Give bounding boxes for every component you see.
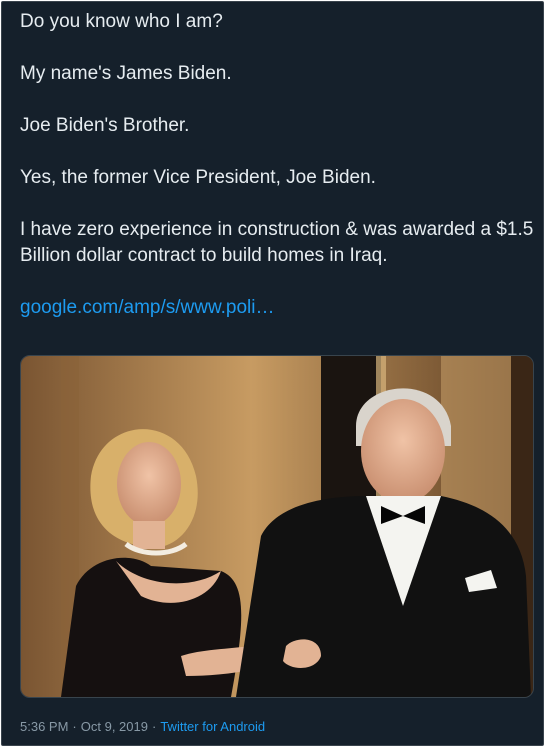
tweet-time: 5:36 PM (20, 719, 69, 734)
tweet-line: Joe Biden's Brother. (20, 115, 190, 136)
tweet-date: Oct 9, 2019 (80, 719, 148, 734)
photo-illustration (21, 356, 533, 697)
tweet-photo[interactable] (20, 355, 534, 698)
tweet-line: Do you know who I am? (20, 11, 223, 32)
tweet-link[interactable]: google.com/amp/s/www.poli… (20, 297, 275, 318)
tweet-card: Do you know who I am? My name's James Bi… (1, 1, 544, 746)
tweet-source[interactable]: Twitter for Android (160, 719, 265, 734)
tweet-line: I have zero experience in construction &… (20, 219, 534, 266)
tweet-line: My name's James Biden. (20, 63, 232, 84)
meta-separator: · (151, 719, 157, 734)
tweet-line: Yes, the former Vice President, Joe Bide… (20, 167, 376, 188)
tweet-meta: 5:36 PM · Oct 9, 2019 · Twitter for Android (20, 719, 265, 734)
tweet-text: Do you know who I am? My name's James Bi… (20, 9, 535, 321)
meta-separator: · (72, 719, 77, 734)
